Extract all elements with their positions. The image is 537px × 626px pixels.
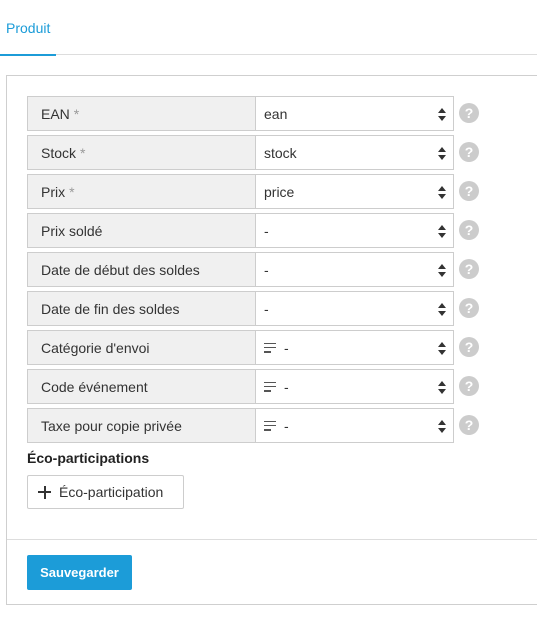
save-button[interactable]: Sauvegarder	[27, 555, 132, 590]
field-row-code-evenement: Code événement - ?	[27, 369, 497, 404]
eco-participations-heading: Éco-participations	[27, 450, 150, 466]
field-label: Prix *	[27, 174, 255, 209]
field-row-date-debut-soldes: Date de début des soldes - ?	[27, 252, 497, 287]
field-list: EAN * ean ? Stock * stock ? Prix * price ? …	[27, 96, 497, 447]
sort-arrows-icon	[438, 303, 446, 316]
select-value: -	[264, 261, 269, 278]
date-fin-soldes-select[interactable]: -	[255, 291, 454, 326]
plus-icon	[38, 485, 51, 499]
field-label: Taxe pour copie privée	[27, 408, 255, 443]
list-icon	[264, 381, 276, 392]
divider	[7, 539, 537, 540]
select-value: -	[284, 378, 289, 395]
select-value: -	[264, 300, 269, 317]
taxe-copie-privee-select[interactable]: -	[255, 408, 454, 443]
required-marker: *	[73, 105, 80, 122]
code-evenement-select[interactable]: -	[255, 369, 454, 404]
sort-arrows-icon	[438, 342, 446, 355]
select-value: ean	[264, 105, 288, 122]
select-value: -	[264, 222, 269, 239]
field-row-taxe-copie-privee: Taxe pour copie privée - ?	[27, 408, 497, 443]
date-debut-soldes-select[interactable]: -	[255, 252, 454, 287]
list-icon	[264, 420, 276, 431]
help-icon[interactable]: ?	[459, 142, 479, 162]
ean-select[interactable]: ean	[255, 96, 454, 131]
field-row-prix: Prix * price ?	[27, 174, 497, 209]
prix-select[interactable]: price	[255, 174, 454, 209]
field-row-date-fin-soldes: Date de fin des soldes - ?	[27, 291, 497, 326]
field-label: Catégorie d'envoi	[27, 330, 255, 365]
help-icon[interactable]: ?	[459, 376, 479, 396]
required-marker: *	[80, 144, 86, 161]
field-label: Date de début des soldes	[27, 252, 255, 287]
sort-arrows-icon	[438, 225, 446, 238]
add-eco-participation-button[interactable]: Éco-participation	[27, 475, 184, 509]
field-row-categorie-envoi: Catégorie d'envoi - ?	[27, 330, 497, 365]
sort-arrows-icon	[438, 381, 446, 394]
sort-arrows-icon	[438, 186, 446, 199]
field-label: Date de fin des soldes	[27, 291, 255, 326]
prix-solde-select[interactable]: -	[255, 213, 454, 248]
select-value: stock	[264, 144, 297, 161]
select-value: price	[264, 183, 295, 200]
field-label: Stock *	[27, 135, 255, 170]
stock-select[interactable]: stock	[255, 135, 454, 170]
help-icon[interactable]: ?	[459, 181, 479, 201]
help-icon[interactable]: ?	[459, 298, 479, 318]
sort-arrows-icon	[438, 108, 446, 121]
form-panel: EAN * ean ? Stock * stock ? Prix * price ? …	[6, 75, 537, 605]
help-icon[interactable]: ?	[459, 103, 479, 123]
categorie-envoi-select[interactable]: -	[255, 330, 454, 365]
field-label: Code événement	[27, 369, 255, 404]
tab-produit[interactable]: Produit	[0, 0, 57, 56]
sort-arrows-icon	[438, 264, 446, 277]
list-icon	[264, 342, 276, 353]
field-label: EAN *	[27, 96, 255, 131]
field-label: Prix soldé	[27, 213, 255, 248]
sort-arrows-icon	[438, 147, 446, 160]
field-row-ean: EAN * ean ?	[27, 96, 497, 131]
select-value: -	[284, 417, 289, 434]
field-row-stock: Stock * stock ?	[27, 135, 497, 170]
help-icon[interactable]: ?	[459, 259, 479, 279]
required-marker: *	[69, 183, 75, 200]
help-icon[interactable]: ?	[459, 337, 479, 357]
sort-arrows-icon	[438, 420, 446, 433]
field-row-prix-solde: Prix soldé - ?	[27, 213, 497, 248]
help-icon[interactable]: ?	[459, 415, 479, 435]
help-icon[interactable]: ?	[459, 220, 479, 240]
select-value: -	[284, 339, 289, 356]
add-eco-participation-label: Éco-participation	[59, 484, 164, 500]
tab-bar: Produit	[0, 0, 537, 56]
